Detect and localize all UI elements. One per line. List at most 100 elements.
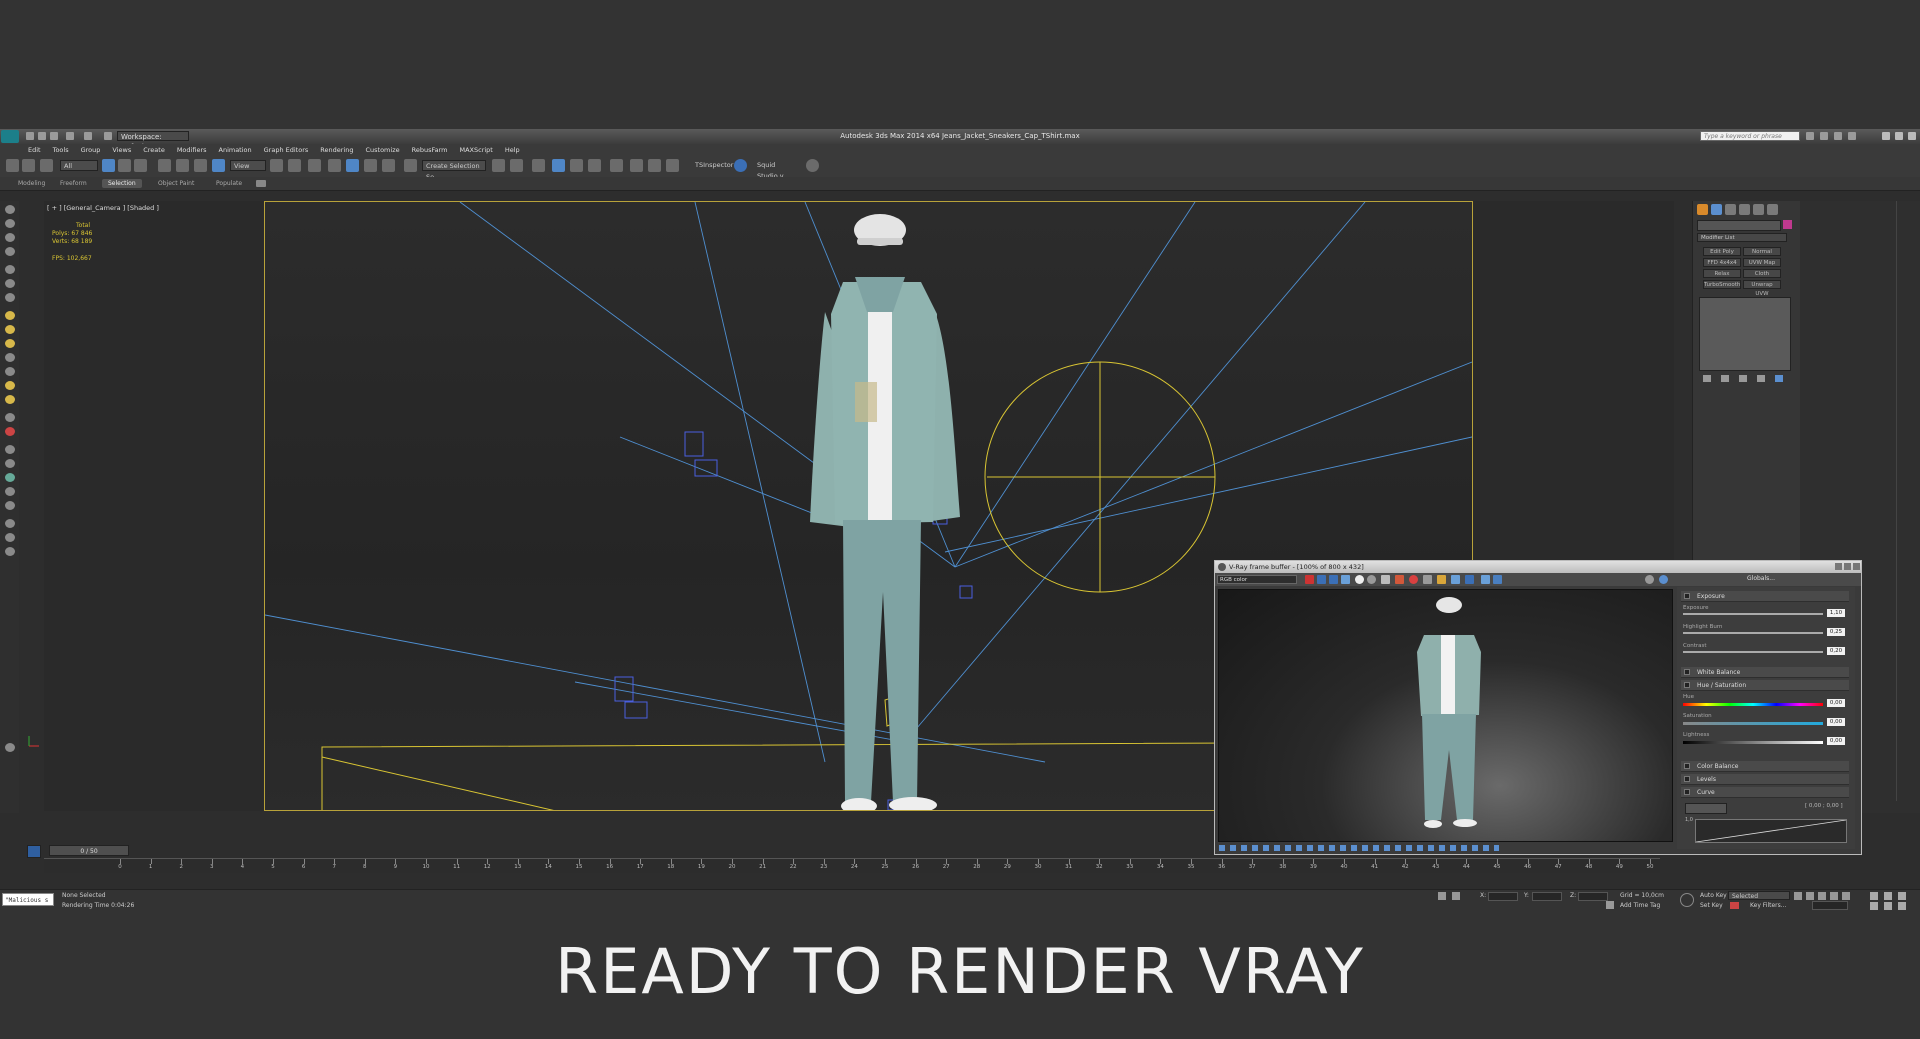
align-icon[interactable] xyxy=(510,159,523,172)
goto-end-icon[interactable] xyxy=(1842,892,1850,900)
sphere-icon[interactable] xyxy=(5,519,15,528)
utility-icon[interactable] xyxy=(5,501,15,510)
save-file-icon[interactable] xyxy=(50,132,58,140)
omni-light-icon[interactable] xyxy=(5,395,15,404)
configure-sets-icon[interactable] xyxy=(1775,375,1783,382)
favorites-star-icon[interactable] xyxy=(1834,132,1842,140)
saturation-value[interactable]: 0,00 xyxy=(1827,718,1845,726)
hue-saturation-checkbox[interactable] xyxy=(1684,682,1690,688)
named-selection-dropdown[interactable]: Create Selection Se xyxy=(422,160,486,181)
window-crossing-icon[interactable] xyxy=(158,159,171,172)
qr-script-icon[interactable] xyxy=(734,159,747,172)
zoom-all-icon[interactable] xyxy=(1884,892,1892,900)
menu-group[interactable]: Group xyxy=(81,144,101,156)
lightness-value[interactable]: 0,00 xyxy=(1827,737,1845,745)
unwrap-uvw-button[interactable]: Unwrap UVW xyxy=(1743,280,1781,297)
modifier-stack[interactable] xyxy=(1699,297,1791,371)
move-icon[interactable] xyxy=(176,159,189,172)
white-balance-row[interactable]: White Balance xyxy=(1681,667,1849,678)
add-time-tag-button[interactable]: Add Time Tag xyxy=(1620,902,1660,909)
hue-slider[interactable] xyxy=(1683,703,1823,706)
curve-preset-field[interactable] xyxy=(1685,803,1727,814)
help-icon[interactable] xyxy=(1848,132,1856,140)
set-key-icon[interactable] xyxy=(1730,902,1739,909)
info-icon[interactable] xyxy=(5,547,15,556)
close-icon[interactable] xyxy=(1908,132,1916,140)
create-tab-icon[interactable] xyxy=(1697,204,1708,215)
ffd-button[interactable]: FFD 4x4x4 xyxy=(1703,258,1741,267)
sphere-primitive-icon[interactable] xyxy=(5,325,15,334)
highlight-burn-slider[interactable] xyxy=(1683,632,1823,634)
levels-row[interactable]: Levels xyxy=(1681,774,1849,785)
pan-hand-icon[interactable] xyxy=(1884,902,1892,910)
color-balance-row[interactable]: Color Balance xyxy=(1681,761,1849,772)
menu-graph-editors[interactable]: Graph Editors xyxy=(264,144,309,156)
exposure-checkbox[interactable] xyxy=(1684,593,1690,599)
utilities-tab-icon[interactable] xyxy=(1767,204,1778,215)
vfb-minimize-icon[interactable] xyxy=(1835,563,1842,570)
curve-row[interactable]: Curve xyxy=(1681,787,1849,798)
edit-named-selection-icon[interactable] xyxy=(404,159,417,172)
show-end-result-icon[interactable] xyxy=(1721,375,1729,382)
layer-icon[interactable] xyxy=(5,219,15,228)
menu-maxscript[interactable]: MAXScript xyxy=(459,144,492,156)
ribbon-toggle-icon[interactable] xyxy=(256,180,266,187)
relax-button[interactable]: Relax xyxy=(1703,269,1741,278)
normal-button[interactable]: Normal xyxy=(1743,247,1781,256)
grid-icon[interactable] xyxy=(5,533,15,542)
menu-edit[interactable]: Edit xyxy=(28,144,41,156)
curve-checkbox[interactable] xyxy=(1684,789,1690,795)
keyword-search-input[interactable]: Type a keyword or phrase xyxy=(1700,131,1800,141)
minimize-icon[interactable] xyxy=(1882,132,1890,140)
select-object-icon[interactable] xyxy=(102,159,115,172)
mini-curve-editor-icon[interactable] xyxy=(27,845,41,858)
save-image-icon[interactable] xyxy=(1367,575,1376,584)
menu-create[interactable]: Create xyxy=(143,144,165,156)
tab-modeling[interactable]: Modeling xyxy=(12,179,51,188)
rendered-frame-window-icon[interactable] xyxy=(648,159,661,172)
stop-render-icon[interactable] xyxy=(1409,575,1418,584)
next-frame-icon[interactable] xyxy=(1830,892,1838,900)
helper-icon[interactable] xyxy=(5,413,15,422)
plugin-settings-icon[interactable] xyxy=(806,159,819,172)
render-icon[interactable] xyxy=(5,279,15,288)
menu-tools[interactable]: Tools xyxy=(53,144,69,156)
search-icon[interactable] xyxy=(1806,132,1814,140)
select-manipulate-icon[interactable] xyxy=(288,159,301,172)
menu-views[interactable]: Views xyxy=(112,144,131,156)
list-icon[interactable] xyxy=(5,247,15,256)
field-of-view-icon[interactable] xyxy=(1870,902,1878,910)
maxscript-listener-input[interactable]: "Malicious s xyxy=(2,893,54,906)
menu-customize[interactable]: Customize xyxy=(365,144,399,156)
bind-space-warp-icon[interactable] xyxy=(40,159,53,172)
undo-icon[interactable] xyxy=(66,132,74,140)
x-coordinate-field[interactable] xyxy=(1488,892,1518,901)
remove-modifier-icon[interactable] xyxy=(1757,375,1765,382)
scale-icon[interactable] xyxy=(212,159,225,172)
spinner-snap-icon[interactable] xyxy=(382,159,395,172)
render-last-icon[interactable] xyxy=(1465,575,1474,584)
tab-selection[interactable]: Selection xyxy=(102,179,142,188)
key-mode-icon[interactable] xyxy=(1680,893,1694,907)
rendered-image[interactable] xyxy=(1218,589,1673,842)
material-editor-icon[interactable] xyxy=(610,159,623,172)
tab-populate[interactable]: Populate xyxy=(210,179,248,188)
mono-mode-icon[interactable] xyxy=(1355,575,1364,584)
tsinspector-button[interactable]: TSInspector xyxy=(692,160,733,171)
set-key-button[interactable]: Set Key xyxy=(1700,902,1723,909)
menu-rebusfarm[interactable]: RebusFarm xyxy=(412,144,448,156)
hue-saturation-row[interactable]: Hue / Saturation xyxy=(1681,680,1849,691)
lightness-slider[interactable] xyxy=(1683,741,1823,744)
object-color-swatch[interactable] xyxy=(1783,220,1792,229)
reference-coordinate-dropdown[interactable]: View xyxy=(230,160,266,171)
pivot-center-icon[interactable] xyxy=(270,159,283,172)
exposure-row[interactable]: Exposure xyxy=(1681,591,1849,602)
select-link-icon[interactable] xyxy=(6,159,19,172)
vfb-bottom-toolbar[interactable] xyxy=(1219,845,1499,851)
edit-poly-button[interactable]: Edit Poly xyxy=(1703,247,1741,256)
sun-light-icon[interactable] xyxy=(5,381,15,390)
box-primitive-icon[interactable] xyxy=(5,311,15,320)
current-frame-field[interactable] xyxy=(1812,901,1848,910)
levels-checkbox[interactable] xyxy=(1684,776,1690,782)
timeline-ruler[interactable]: 0 1 2 3 4 5 6 7 8 9 10 11 12 13 14 15 16 17 18 19 20 21 22 23 24… xyxy=(44,858,1660,873)
